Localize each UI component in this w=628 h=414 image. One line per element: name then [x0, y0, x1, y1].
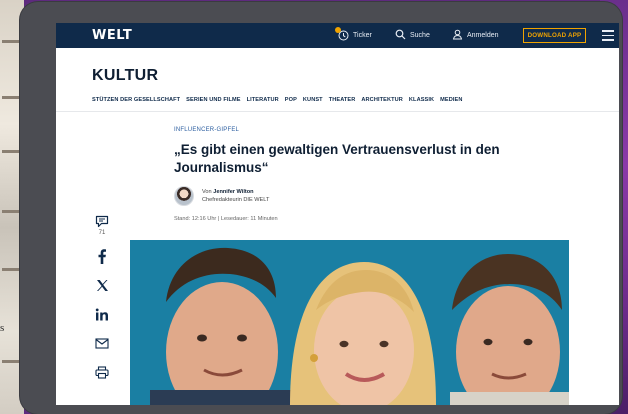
social-share-column: 71 — [92, 213, 112, 393]
magazine-line — [2, 210, 20, 213]
divider — [56, 111, 619, 112]
subnav-item[interactable]: KLASSIK — [409, 97, 434, 103]
section-subnav: STÜTZEN DER GESELLSCHAFT SERIEN UND FILM… — [92, 97, 463, 103]
facebook-icon[interactable] — [94, 248, 110, 264]
article-meta: Stand: 12:16 Uhr | Lesedauer: 11 Minuten — [174, 216, 278, 222]
article-kicker: INFLUENCER-GIPFEL — [174, 127, 240, 133]
subnav-item[interactable]: LITERATUR — [247, 97, 279, 103]
menu-line — [602, 30, 614, 32]
subnav-item[interactable]: ARCHITEKTUR — [361, 97, 403, 103]
background-text: s — [0, 322, 5, 334]
search-button[interactable]: Suche — [395, 23, 430, 48]
print-icon[interactable] — [94, 364, 110, 380]
subnav-item[interactable]: STÜTZEN DER GESELLSCHAFT — [92, 97, 180, 103]
download-app-button[interactable]: DOWNLOAD APP — [523, 28, 586, 43]
author-block: Von Jennifer Wilton Chefredakteurin DIE … — [174, 186, 269, 206]
linkedin-icon[interactable] — [94, 306, 110, 322]
clock-icon — [335, 27, 349, 41]
comment-count: 71 — [98, 230, 106, 236]
magazine-line — [2, 96, 20, 99]
subnav-item[interactable]: MEDIEN — [440, 97, 462, 103]
top-navigation: WELT Ticker Suche Anmelden DOWNLOAD APP — [56, 23, 619, 48]
ticker-button[interactable]: Ticker — [335, 23, 372, 48]
magazine-line — [2, 40, 20, 43]
hero-photo-three-people — [130, 240, 569, 405]
author-text: Von Jennifer Wilton Chefredakteurin DIE … — [202, 188, 269, 204]
section-title[interactable]: KULTUR — [92, 67, 158, 85]
search-label: Suche — [410, 32, 430, 39]
tablet-frame: WELT Ticker Suche Anmelden DOWNLOAD APP … — [20, 2, 622, 414]
author-avatar — [174, 186, 194, 206]
article-hero-image[interactable] — [130, 240, 569, 405]
user-icon — [452, 29, 463, 42]
magazine-line — [2, 268, 20, 271]
notification-badge — [335, 27, 341, 33]
author-role: Chefredakteurin DIE WELT — [202, 197, 270, 203]
magazine-line — [2, 150, 20, 153]
author-prefix: Von — [202, 189, 212, 195]
hamburger-menu-icon[interactable] — [602, 30, 614, 41]
menu-line — [602, 34, 614, 36]
browser-screen: WELT Ticker Suche Anmelden DOWNLOAD APP … — [56, 23, 619, 405]
email-icon[interactable] — [94, 335, 110, 351]
subnav-item[interactable]: POP — [285, 97, 297, 103]
subnav-item[interactable]: KUNST — [303, 97, 323, 103]
login-label: Anmelden — [467, 32, 499, 39]
author-name[interactable]: Jennifer Wilton — [213, 189, 253, 195]
comments-icon[interactable] — [94, 213, 110, 229]
menu-line — [602, 39, 614, 41]
subnav-item[interactable]: SERIEN UND FILME — [186, 97, 240, 103]
article-headline: „Es gibt einen gewaltigen Vertrauensverl… — [174, 142, 500, 175]
login-button[interactable]: Anmelden — [452, 23, 499, 48]
ticker-label: Ticker — [353, 32, 372, 39]
x-twitter-icon[interactable] — [94, 277, 110, 293]
subnav-item[interactable]: THEATER — [329, 97, 356, 103]
welt-logo[interactable]: WELT — [92, 28, 132, 43]
author-line: Von Jennifer Wilton — [202, 188, 269, 196]
search-icon — [395, 29, 406, 42]
magazine-line — [2, 360, 20, 363]
